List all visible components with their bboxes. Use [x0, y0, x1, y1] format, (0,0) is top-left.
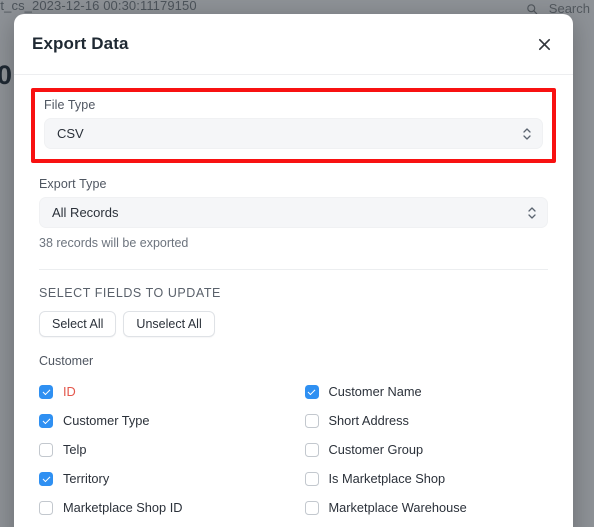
background-export-filename: rt_cs_2023-12-16 00:30:11179150 [0, 0, 197, 13]
field-checkbox-label: Customer Name [328, 384, 422, 399]
checkbox-unchecked-icon[interactable] [304, 413, 319, 428]
unselect-all-button[interactable]: Unselect All [123, 311, 215, 337]
field-selection-buttons: Select All Unselect All [39, 311, 548, 337]
field-checkbox-item[interactable]: Customer Type [39, 406, 283, 435]
file-type-label: File Type [44, 98, 96, 112]
field-checkbox-label: Is Marketplace Shop [328, 471, 446, 486]
field-group-label: Customer [39, 354, 94, 368]
field-checkbox-label: Telp [63, 442, 87, 457]
checkbox-unchecked-icon[interactable] [39, 442, 53, 457]
page-title: Export Data [32, 34, 129, 53]
select-all-button[interactable]: Select All [39, 311, 117, 337]
field-checkbox-item[interactable]: Marketplace Shop ID [39, 493, 283, 522]
checkbox-checked-icon[interactable] [304, 384, 319, 399]
checkbox-checked-icon[interactable] [39, 384, 53, 399]
field-checkbox-label: Marketplace Shop ID [63, 500, 183, 515]
close-button[interactable] [531, 31, 557, 57]
screen: rt_cs_2023-12-16 00:30:11179150 Search 0… [0, 0, 594, 527]
field-checkbox-item[interactable]: Customer Group [304, 435, 549, 464]
checkbox-unchecked-icon[interactable] [304, 442, 319, 457]
section-divider [39, 269, 548, 270]
checkbox-unchecked-icon[interactable] [39, 500, 53, 515]
field-checkbox-label: Customer Group [328, 442, 424, 457]
record-count-text: 38 records will be exported [39, 236, 189, 250]
chevron-updown-icon [523, 127, 531, 140]
field-checkbox-label: Customer Type [63, 413, 150, 428]
export-type-value: All Records [52, 205, 119, 220]
export-type-select[interactable]: All Records [39, 197, 548, 228]
field-checkbox-label: Territory [63, 471, 110, 486]
field-checkbox-label: Marketplace Warehouse [328, 500, 467, 515]
background-heading-number: 0 [0, 60, 13, 90]
field-checkbox-item[interactable]: ID [39, 377, 283, 406]
close-icon [538, 38, 550, 50]
checkbox-unchecked-icon[interactable] [304, 500, 319, 515]
export-type-label: Export Type [39, 177, 107, 191]
dialog-header: Export Data [14, 14, 573, 75]
file-type-select[interactable]: CSV [44, 118, 543, 149]
file-type-value: CSV [57, 126, 84, 141]
field-checkbox-grid: ID Customer Name Customer Type Short Addres… [39, 377, 548, 522]
field-checkbox-item[interactable]: Customer Name [304, 377, 549, 406]
chevron-updown-icon [528, 206, 536, 219]
field-checkbox-item[interactable]: Marketplace Warehouse [304, 493, 549, 522]
dialog-body: File Type CSV Export Type All Records 38… [14, 88, 573, 522]
field-checkbox-item[interactable]: Short Address [304, 406, 549, 435]
field-checkbox-label: Short Address [328, 413, 409, 428]
field-checkbox-item[interactable]: Territory [39, 464, 283, 493]
file-type-field-group: File Type CSV [31, 88, 556, 163]
export-data-dialog: Export Data File Type CSV Export Type Al… [14, 14, 573, 527]
checkbox-unchecked-icon[interactable] [304, 471, 319, 486]
field-checkbox-item[interactable]: Telp [39, 435, 283, 464]
checkbox-checked-icon[interactable] [39, 471, 53, 486]
field-checkbox-label: ID [63, 384, 76, 399]
field-checkbox-item[interactable]: Is Marketplace Shop [304, 464, 549, 493]
select-fields-heading: SELECT FIELDS TO UPDATE [39, 286, 221, 300]
checkbox-checked-icon[interactable] [39, 413, 53, 428]
export-type-field-group: Export Type All Records [39, 177, 548, 228]
